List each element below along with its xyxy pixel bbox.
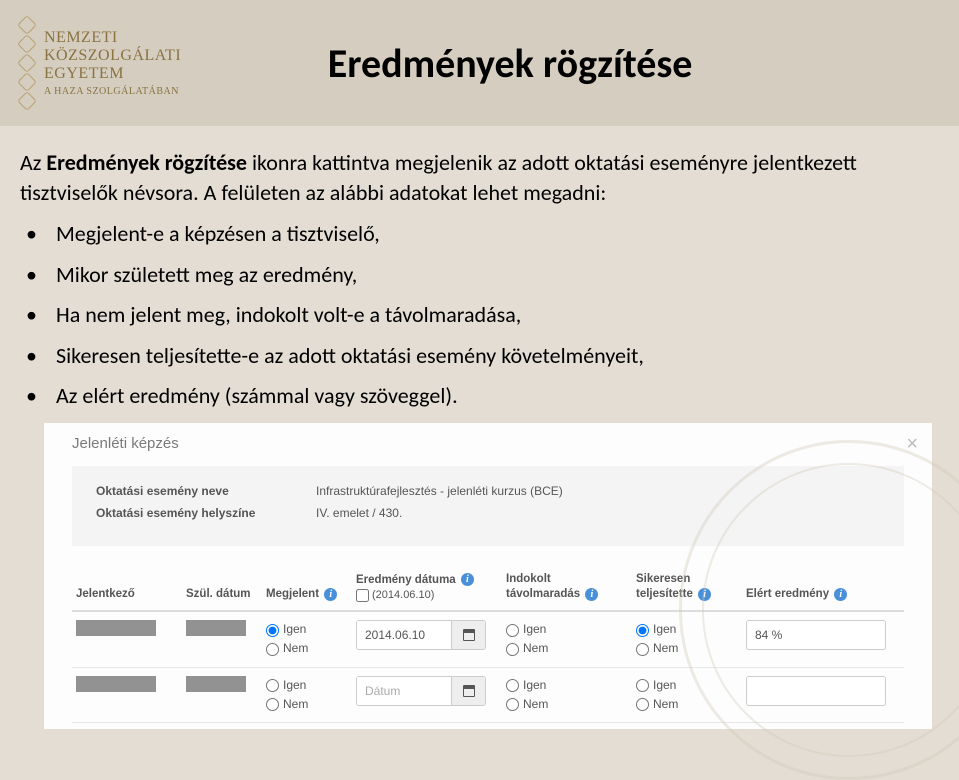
intro-prefix: Az: [20, 149, 46, 176]
redacted-name: [76, 620, 156, 636]
intro-text: Az Eredmények rögzítése ikonra kattintva…: [20, 148, 923, 207]
results-table: Jelentkező Szül. dátum Megjelent i Eredm…: [72, 566, 904, 723]
justified-radio-group: Igen Nem: [506, 676, 628, 714]
calendar-icon: [463, 685, 475, 697]
bullet-item: Az elért eredmény (számmal vagy szövegge…: [20, 383, 923, 409]
apply-date-checkbox[interactable]: [356, 589, 369, 602]
result-input[interactable]: [746, 620, 886, 650]
info-icon[interactable]: i: [585, 588, 598, 601]
bullet-item: Ha nem jelent meg, indokolt volt-e a táv…: [20, 302, 923, 328]
th-applicant: Jelentkező: [72, 566, 182, 611]
info-icon[interactable]: i: [698, 588, 711, 601]
th-justified: Indokolt távolmaradás i: [502, 566, 632, 611]
attended-yes-radio[interactable]: [266, 679, 279, 692]
justified-no-radio[interactable]: [506, 698, 519, 711]
event-loc-value: IV. emelet / 430.: [316, 506, 402, 520]
calendar-button[interactable]: [451, 621, 485, 649]
justified-yes-radio[interactable]: [506, 624, 519, 637]
attended-no-radio[interactable]: [266, 643, 279, 656]
attended-radio-group: Igen Nem: [266, 676, 348, 714]
redacted-birth: [186, 676, 246, 692]
th-achieved: Elért eredmény i: [742, 566, 904, 611]
table-row: Igen Nem Igen Nem: [72, 667, 904, 722]
redacted-birth: [186, 620, 246, 636]
date-input[interactable]: [357, 677, 451, 705]
form-panel: × Jelenléti képzés Oktatási esemény neve…: [44, 423, 932, 729]
bullet-list: Megjelent-e a képzésen a tisztviselő, Mi…: [20, 221, 923, 409]
redacted-name: [76, 676, 156, 692]
result-input[interactable]: [746, 676, 886, 706]
content: Az Eredmények rögzítése ikonra kattintva…: [0, 126, 959, 729]
logo-line4: A HAZA SZOLGÁLATÁBAN: [44, 86, 181, 98]
calendar-button[interactable]: [451, 677, 485, 705]
bullet-item: Sikeresen teljesítette-e az adott oktatá…: [20, 343, 923, 369]
info-icon[interactable]: i: [834, 588, 847, 601]
th-attended: Megjelent i: [262, 566, 352, 611]
th-passed: Sikeresen teljesítette i: [632, 566, 742, 611]
event-name-label: Oktatási esemény neve: [96, 484, 316, 498]
event-name-value: Infrastruktúrafejlesztés - jelenléti kur…: [316, 484, 563, 498]
attended-no-radio[interactable]: [266, 698, 279, 711]
table-row: Igen Nem Igen Nem: [72, 611, 904, 667]
bullet-item: Megjelent-e a képzésen a tisztviselő,: [20, 221, 923, 247]
event-loc-label: Oktatási esemény helyszíne: [96, 506, 316, 520]
date-input-wrapper: [356, 620, 486, 650]
info-icon[interactable]: i: [461, 573, 474, 586]
passed-no-radio[interactable]: [636, 643, 649, 656]
logo-ornament-icon: [18, 17, 36, 109]
th-result-date: Eredmény dátuma i (2014.06.10): [352, 566, 502, 611]
intro-bold: Eredmények rögzítése: [46, 149, 247, 176]
info-icon[interactable]: i: [324, 588, 337, 601]
attended-yes-radio[interactable]: [266, 624, 279, 637]
justified-yes-radio[interactable]: [506, 679, 519, 692]
date-input[interactable]: [357, 621, 451, 649]
passed-radio-group: Igen Nem: [636, 676, 738, 714]
panel-title: Jelenléti képzés: [72, 435, 904, 452]
slide-title: Eredmények rögzítése: [61, 39, 959, 88]
justified-radio-group: Igen Nem: [506, 620, 628, 658]
passed-no-radio[interactable]: [636, 698, 649, 711]
attended-radio-group: Igen Nem: [266, 620, 348, 658]
passed-yes-radio[interactable]: [636, 624, 649, 637]
calendar-icon: [463, 629, 475, 641]
justified-no-radio[interactable]: [506, 643, 519, 656]
header-bar: NEMZETI KÖZSZOLGÁLATI EGYETEM A HAZA SZO…: [0, 0, 959, 126]
th-birth: Szül. dátum: [182, 566, 262, 611]
passed-radio-group: Igen Nem: [636, 620, 738, 658]
passed-yes-radio[interactable]: [636, 679, 649, 692]
date-input-wrapper: [356, 676, 486, 706]
bullet-item: Mikor született meg az eredmény,: [20, 262, 923, 288]
close-icon[interactable]: ×: [906, 433, 918, 456]
event-info: Oktatási esemény neve Infrastruktúrafejl…: [72, 466, 904, 546]
